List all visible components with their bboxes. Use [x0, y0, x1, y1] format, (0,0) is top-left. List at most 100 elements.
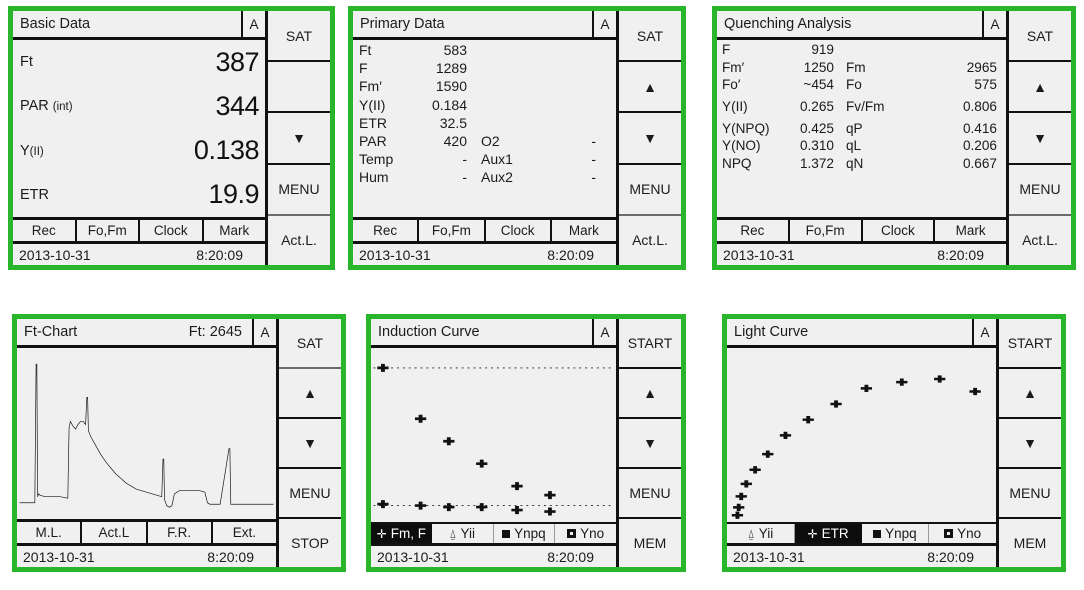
- softkey-mem[interactable]: MEM: [619, 519, 681, 567]
- softkey-menu[interactable]: MENU: [268, 165, 330, 216]
- screen-ft-chart: Ft-Chart Ft: 2645 A M.L. Act.L F.R. Ext.: [17, 319, 279, 567]
- triangle-marker-icon: ⍙: [747, 526, 755, 541]
- tab-mark[interactable]: Mark: [935, 220, 1006, 241]
- legend-item-ynpq[interactable]: Ynpq: [862, 524, 930, 543]
- light-curve-plot: [727, 348, 996, 522]
- tab-rec[interactable]: Rec: [717, 220, 790, 241]
- tab-mark[interactable]: Mark: [552, 220, 616, 241]
- row-label: Ft: [359, 42, 372, 59]
- legend-label: Ynpq: [885, 526, 917, 541]
- status-bar: 2013-10-31 8:20:09: [727, 546, 996, 567]
- legend-item-fm-f[interactable]: ✛ Fm, F: [371, 524, 432, 543]
- softkey-up[interactable]: ▲: [1009, 62, 1071, 114]
- softkey-menu[interactable]: MENU: [1009, 165, 1071, 216]
- row-label: Hum: [359, 169, 389, 186]
- row-label: Temp: [359, 151, 394, 168]
- readout-row: PAR (int) 344: [13, 84, 265, 128]
- softkey-down[interactable]: ▼: [999, 419, 1061, 469]
- softkey-down[interactable]: ▼: [268, 113, 330, 165]
- tab-fofm[interactable]: Fo,Fm: [790, 220, 863, 241]
- tab-clock[interactable]: Clock: [140, 220, 204, 241]
- softkey-start[interactable]: START: [619, 319, 681, 369]
- softkey-up[interactable]: ▲: [999, 369, 1061, 419]
- cross-marker-icon: ✛: [807, 526, 818, 541]
- data-row: F 1289: [359, 59, 612, 77]
- ft-chart-plot: [17, 348, 276, 519]
- chart-area-ft[interactable]: [17, 348, 276, 519]
- readout-row: Y(II) 0.138: [13, 129, 265, 173]
- page-title: Primary Data: [360, 16, 445, 32]
- readout-label: Ft: [20, 54, 33, 71]
- softkey-up[interactable]: ▲: [619, 369, 681, 419]
- row-label: Fm′: [359, 78, 382, 95]
- legend-item-yii[interactable]: ⍙ Yii: [432, 524, 494, 543]
- tab-actl[interactable]: Act.L: [82, 522, 148, 543]
- row-value2: 0.806: [962, 99, 997, 115]
- softkey-sat[interactable]: SAT: [619, 11, 681, 63]
- row-label2: qL: [846, 138, 862, 154]
- softkey-down[interactable]: ▼: [1009, 113, 1071, 165]
- softkey-up[interactable]: [268, 62, 330, 114]
- data-row: Fm′ 1250 Fm 2965: [722, 59, 1003, 77]
- legend-item-etr[interactable]: ✛ ETR: [794, 524, 862, 543]
- data-row: Hum - Aux2 -: [359, 168, 612, 186]
- tab-fofm[interactable]: Fo,Fm: [419, 220, 486, 241]
- legend-label: Yii: [460, 526, 475, 541]
- readout-label: PAR (int): [20, 98, 73, 115]
- tab-mark[interactable]: Mark: [204, 220, 266, 241]
- softkey-down[interactable]: ▼: [619, 419, 681, 469]
- status-badge: A: [982, 11, 1006, 37]
- row-value: 420: [443, 133, 467, 150]
- tab-fofm[interactable]: Fo,Fm: [77, 220, 140, 241]
- softkey-mem[interactable]: MEM: [999, 519, 1061, 567]
- softkey-menu[interactable]: MENU: [619, 165, 681, 216]
- data-row: Y(NO) 0.310 qL 0.206: [722, 137, 1003, 155]
- softkey-menu[interactable]: MENU: [279, 469, 341, 519]
- softkey-stop[interactable]: STOP: [279, 519, 341, 567]
- softkey-up[interactable]: ▲: [619, 62, 681, 114]
- status-bar: 2013-10-31 8:20:09: [353, 244, 616, 265]
- legend-item-yno[interactable]: Yno: [929, 524, 996, 543]
- softkey-sat[interactable]: SAT: [279, 319, 341, 369]
- softkey-sat[interactable]: SAT: [1009, 11, 1071, 63]
- readout-value: 387: [215, 46, 259, 77]
- tab-ext[interactable]: Ext.: [213, 522, 276, 543]
- legend-item-yno[interactable]: Yno: [555, 524, 616, 543]
- row-label2: Aux2: [481, 169, 513, 186]
- tab-fr[interactable]: F.R.: [148, 522, 213, 543]
- row-label: ETR: [359, 114, 387, 131]
- tab-rec[interactable]: Rec: [13, 220, 77, 241]
- softkey-actl[interactable]: Act.L.: [1009, 216, 1071, 265]
- tab-ml[interactable]: M.L.: [17, 522, 83, 543]
- softkey-actl[interactable]: Act.L.: [268, 216, 330, 265]
- row-value: 32.5: [439, 114, 467, 131]
- row-value: 0.310: [799, 138, 834, 154]
- softkey-menu[interactable]: MENU: [619, 469, 681, 519]
- softkey-down[interactable]: ▼: [619, 113, 681, 165]
- softkey-actl[interactable]: Act.L.: [619, 216, 681, 265]
- status-time: 8:20:09: [547, 246, 594, 263]
- data-row: Y(II) 0.265 Fv/Fm 0.806: [722, 98, 1003, 116]
- softkey-start[interactable]: START: [999, 319, 1061, 369]
- row-label: F: [359, 60, 368, 77]
- tab-clock[interactable]: Clock: [863, 220, 936, 241]
- legend-bar: ⍙ Yii ✛ ETR Ynpq Yno: [727, 522, 996, 546]
- tab-rec[interactable]: Rec: [353, 220, 420, 241]
- light-curve-svg: [731, 375, 981, 519]
- softkey-menu[interactable]: MENU: [999, 469, 1061, 519]
- chart-area-light[interactable]: [727, 348, 996, 522]
- tab-clock[interactable]: Clock: [486, 220, 552, 241]
- softkey-up[interactable]: ▲: [279, 369, 341, 419]
- softkey-sat[interactable]: SAT: [268, 11, 330, 63]
- softkey-down[interactable]: ▼: [279, 419, 341, 469]
- row-label: Fm′: [722, 59, 745, 75]
- chart-area-induction[interactable]: [371, 348, 616, 522]
- legend-item-yii[interactable]: ⍙ Yii: [727, 524, 795, 543]
- row-value: 0.265: [799, 99, 834, 115]
- row-value: 1289: [435, 60, 467, 77]
- legend-label: ETR: [821, 526, 849, 541]
- legend-item-ynpq[interactable]: Ynpq: [494, 524, 556, 543]
- readout-value: 0.138: [193, 135, 260, 166]
- page-title: Basic Data: [20, 16, 91, 32]
- readout-label: Y(II): [20, 142, 44, 159]
